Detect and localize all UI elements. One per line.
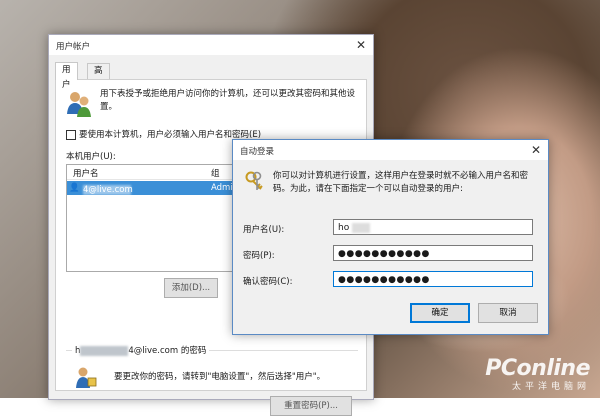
keys-icon: [245, 171, 263, 190]
redacted-username: [80, 345, 129, 356]
autologon-titlebar[interactable]: 自动登录 ✕: [233, 140, 548, 160]
users-icon: [67, 92, 91, 117]
users-intro-text: 用下表授予或拒绝用户访问你的计算机，还可以更改其密码和其他设置。: [100, 89, 356, 112]
dialog-title: 自动登录: [240, 147, 275, 157]
watermark-logo-text: PConline: [485, 356, 590, 381]
confirm-password-field[interactable]: ●●●●●●●●●●●: [333, 271, 533, 287]
password-label: 密码(P):: [243, 251, 275, 261]
selected-username: 4@live.com: [83, 185, 133, 195]
password-group-suffix: 4@live.com 的密码: [128, 346, 207, 356]
add-user-button[interactable]: 添加(D)...: [164, 278, 218, 298]
password-field[interactable]: ●●●●●●●●●●●: [333, 245, 533, 261]
checkbox-box[interactable]: [66, 129, 76, 140]
confirm-password-label: 确认密码(C):: [243, 277, 293, 287]
tab-users[interactable]: 用户: [55, 62, 78, 90]
password-users-icon: [76, 367, 97, 388]
redacted-username: [352, 222, 371, 233]
autologon-dialog: 自动登录 ✕ 你可以对计算机进行设置，这样用户在登录时就不必输入用户名和密码。为…: [232, 139, 549, 335]
column-username[interactable]: 用户名: [73, 167, 99, 179]
password-group-title: h 4@live.com 的密码: [72, 344, 210, 356]
user-icon: 👤: [69, 183, 80, 193]
column-group[interactable]: 组: [211, 167, 220, 179]
window-title: 用户帐户: [56, 42, 91, 52]
ok-button[interactable]: 确定: [410, 303, 470, 323]
username-value: ho: [338, 223, 350, 233]
tab-advanced[interactable]: 高级: [87, 63, 110, 91]
reset-password-button[interactable]: 重置密码(P)...: [270, 396, 352, 416]
pconline-watermark: PConline 太平洋电脑网: [485, 356, 590, 392]
local-users-label: 本机用户(U):: [66, 152, 116, 162]
autologon-intro: 你可以对计算机进行设置，这样用户在登录时就不必输入用户名和密码。为此，请在下面指…: [273, 171, 529, 194]
user-accounts-titlebar[interactable]: 用户帐户 ✕: [49, 35, 373, 55]
close-icon[interactable]: ✕: [528, 142, 544, 158]
username-label: 用户名(U):: [243, 225, 285, 235]
password-hint: 要更改你的密码，请转到"电脑设置"，然后选择"用户"。: [114, 372, 326, 382]
cancel-button[interactable]: 取消: [478, 303, 538, 323]
username-field[interactable]: ho: [333, 219, 533, 235]
close-icon[interactable]: ✕: [353, 37, 369, 53]
